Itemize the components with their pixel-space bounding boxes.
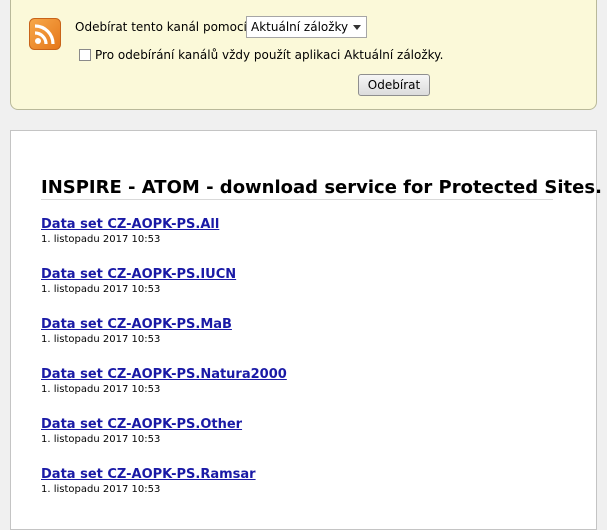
entry-date: 1. listopadu 2017 10:53 (41, 484, 161, 495)
entry-date: 1. listopadu 2017 10:53 (41, 334, 161, 345)
entry-date: 1. listopadu 2017 10:53 (41, 284, 161, 295)
always-use-label: Pro odebírání kanálů vždy použít aplikac… (95, 48, 444, 62)
always-use-row[interactable]: Pro odebírání kanálů vždy použít aplikac… (79, 48, 443, 62)
entry-link[interactable]: Data set CZ-AOPK-PS.Ramsar (41, 467, 256, 482)
feed-entry: Data set CZ-AOPK-PS.IUCN 1. listopadu 20… (41, 267, 236, 295)
feed-entry: Data set CZ-AOPK-PS.Natura2000 1. listop… (41, 367, 287, 395)
subscribe-label: Odebírat tento kanál pomocí (75, 20, 247, 34)
subscribe-button[interactable]: Odebírat (358, 74, 430, 96)
entry-date: 1. listopadu 2017 10:53 (41, 434, 161, 445)
entry-link[interactable]: Data set CZ-AOPK-PS.MaB (41, 317, 232, 332)
feed-content: INSPIRE - ATOM - download service for Pr… (10, 130, 602, 530)
reader-select[interactable]: Aktuální záložky (246, 16, 367, 38)
entry-date: 1. listopadu 2017 10:53 (41, 384, 161, 395)
entry-date: 1. listopadu 2017 10:53 (41, 234, 161, 245)
feed-entry: Data set CZ-AOPK-PS.Other 1. listopadu 2… (41, 417, 242, 445)
chevron-down-icon (353, 25, 361, 30)
entry-link[interactable]: Data set CZ-AOPK-PS.Natura2000 (41, 367, 287, 382)
reader-select-value: Aktuální záložky (251, 20, 349, 34)
subscribe-panel: Odebírat tento kanál pomocí Aktuální zál… (10, 0, 597, 110)
entry-link[interactable]: Data set CZ-AOPK-PS.All (41, 217, 219, 232)
feed-title: INSPIRE - ATOM - download service for Pr… (41, 177, 602, 200)
feed-entry: Data set CZ-AOPK-PS.All 1. listopadu 201… (41, 217, 219, 245)
feed-entry: Data set CZ-AOPK-PS.MaB 1. listopadu 201… (41, 317, 232, 345)
always-use-checkbox[interactable] (79, 49, 91, 61)
feed-entry: Data set CZ-AOPK-PS.Ramsar 1. listopadu … (41, 467, 256, 495)
rss-feed-icon (29, 18, 61, 50)
entry-link[interactable]: Data set CZ-AOPK-PS.Other (41, 417, 242, 432)
entry-link[interactable]: Data set CZ-AOPK-PS.IUCN (41, 267, 236, 282)
